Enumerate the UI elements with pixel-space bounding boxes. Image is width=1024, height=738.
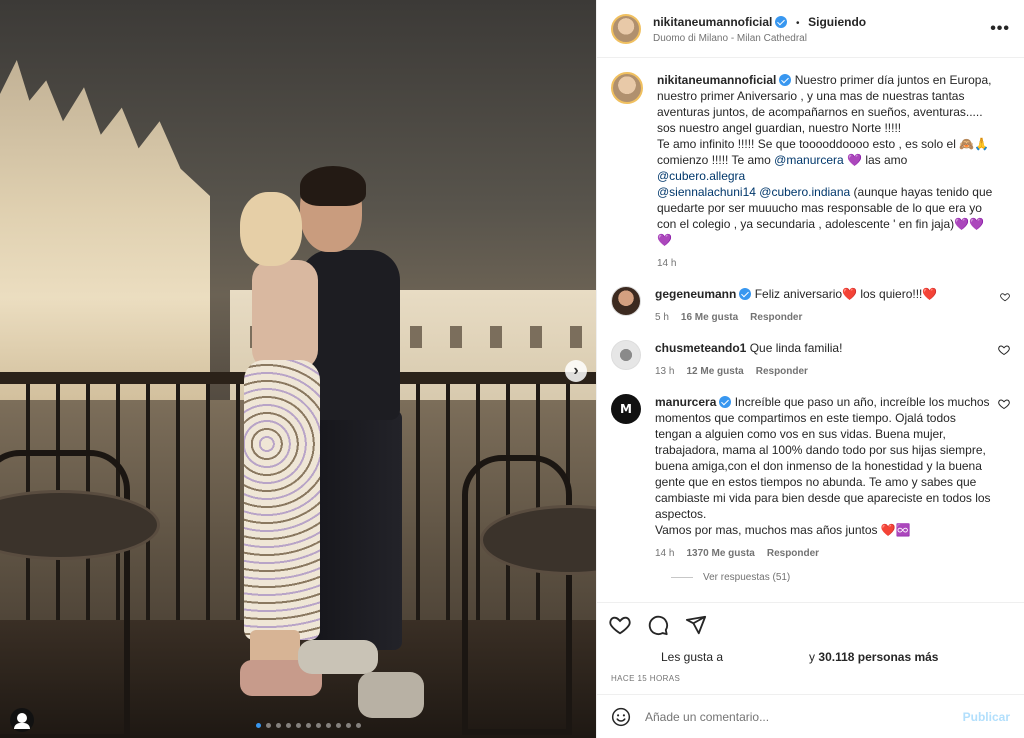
comment-time[interactable]: 5 h — [655, 310, 669, 326]
verified-icon — [719, 396, 732, 408]
carousel-dot — [316, 723, 321, 728]
comment-text: Feliz aniversario❤️ los quiero!!!❤️ — [754, 287, 938, 301]
comment-item: gegeneumann Feliz aniversario❤️ los quie… — [611, 286, 1010, 326]
carousel-next-button[interactable]: › — [565, 360, 587, 382]
caption-meta: 14 h — [657, 256, 997, 272]
likes-summary: Les gusta a y 30.118 personas más — [597, 646, 1024, 668]
commenter-username[interactable]: chusmeteando1 — [655, 341, 746, 355]
carousel-dot — [326, 723, 331, 728]
comment-item: chusmeteando1 Que linda familia! 13 h 12… — [611, 340, 1010, 380]
post-details-panel: nikitaneumannoficial • Siguiendo Duomo d… — [596, 0, 1024, 738]
author-username[interactable]: nikitaneumannoficial — [653, 15, 772, 29]
follow-separator: • — [795, 17, 800, 29]
commenter-avatar[interactable] — [611, 394, 641, 424]
following-button[interactable]: Siguiendo — [808, 15, 866, 29]
likes-prefix: Les gusta a — [661, 650, 724, 664]
reply-button[interactable]: Responder — [756, 364, 808, 380]
carousel-dot — [296, 723, 301, 728]
like-comment-icon[interactable] — [998, 344, 1010, 356]
tagged-users-icon[interactable] — [10, 708, 34, 732]
mention-link[interactable]: @siennalachuni14 — [657, 185, 756, 199]
commenter-avatar[interactable] — [611, 340, 641, 370]
like-comment-icon[interactable] — [998, 398, 1010, 410]
reply-button[interactable]: Responder — [767, 546, 819, 562]
post-header: nikitaneumannoficial • Siguiendo Duomo d… — [597, 0, 1024, 58]
likes-suffix: y — [809, 650, 816, 664]
carousel-dots — [256, 723, 361, 728]
comment-item: manurcera Increíble que paso un año, inc… — [611, 394, 1010, 562]
photo-chair — [462, 455, 572, 735]
verified-icon — [779, 74, 792, 86]
caption-text: nikitaneumannoficial Nuestro primer día … — [657, 72, 997, 248]
location-link[interactable]: Duomo di Milano - Milan Cathedral — [653, 33, 866, 44]
like-icon[interactable] — [609, 614, 631, 636]
view-replies-button[interactable]: Ver respuestas (51) — [671, 572, 1010, 583]
comment-likes[interactable]: 12 Me gusta — [686, 364, 743, 380]
caption-text-part: 💜 las amo — [843, 153, 911, 167]
comment-input[interactable] — [645, 709, 963, 724]
post-caption: nikitaneumannoficial Nuestro primer día … — [611, 72, 1010, 272]
mention-link[interactable]: @cubero.allegra — [657, 169, 745, 183]
caption-username[interactable]: nikitaneumannoficial — [657, 73, 776, 87]
emoji-icon[interactable] — [611, 707, 631, 727]
verified-icon — [775, 15, 788, 28]
comment-icon[interactable] — [647, 614, 669, 636]
mention-link[interactable]: @cubero.indiana — [759, 185, 850, 199]
post-photo[interactable]: › — [0, 0, 596, 738]
like-comment-icon[interactable] — [1000, 292, 1010, 302]
more-options-icon[interactable]: ••• — [990, 20, 1010, 38]
comment-likes[interactable]: 16 Me gusta — [681, 310, 738, 326]
carousel-dot — [336, 723, 341, 728]
post-timestamp[interactable]: HACE 15 HORAS — [597, 668, 1024, 694]
likes-count[interactable]: 30.118 personas más — [818, 650, 938, 664]
author-avatar[interactable] — [611, 72, 643, 104]
comment-text: Que linda familia! — [749, 341, 843, 355]
comment-composer: Publicar — [597, 694, 1024, 738]
publish-button[interactable]: Publicar — [963, 710, 1010, 724]
author-avatar[interactable] — [611, 13, 641, 44]
comments-list[interactable]: nikitaneumannoficial Nuestro primer día … — [597, 58, 1024, 602]
share-icon[interactable] — [685, 614, 707, 636]
commenter-username[interactable]: manurcera — [655, 395, 716, 409]
caption-time[interactable]: 14 h — [657, 256, 676, 272]
carousel-dot — [306, 723, 311, 728]
post-actions — [597, 602, 1024, 646]
mention-link[interactable]: @manurcera — [774, 153, 844, 167]
carousel-dot — [276, 723, 281, 728]
commenter-avatar[interactable] — [611, 286, 641, 316]
carousel-dot — [346, 723, 351, 728]
comment-likes[interactable]: 1370 Me gusta — [686, 546, 754, 562]
comment-text: Increíble que paso un año, increíble los… — [655, 395, 991, 537]
carousel-dot — [256, 723, 261, 728]
commenter-username[interactable]: gegeneumann — [655, 287, 736, 301]
carousel-dot — [266, 723, 271, 728]
reply-button[interactable]: Responder — [750, 310, 802, 326]
comment-time[interactable]: 14 h — [655, 546, 674, 562]
comment-time[interactable]: 13 h — [655, 364, 674, 380]
verified-icon — [739, 288, 752, 300]
carousel-dot — [356, 723, 361, 728]
carousel-dot — [286, 723, 291, 728]
